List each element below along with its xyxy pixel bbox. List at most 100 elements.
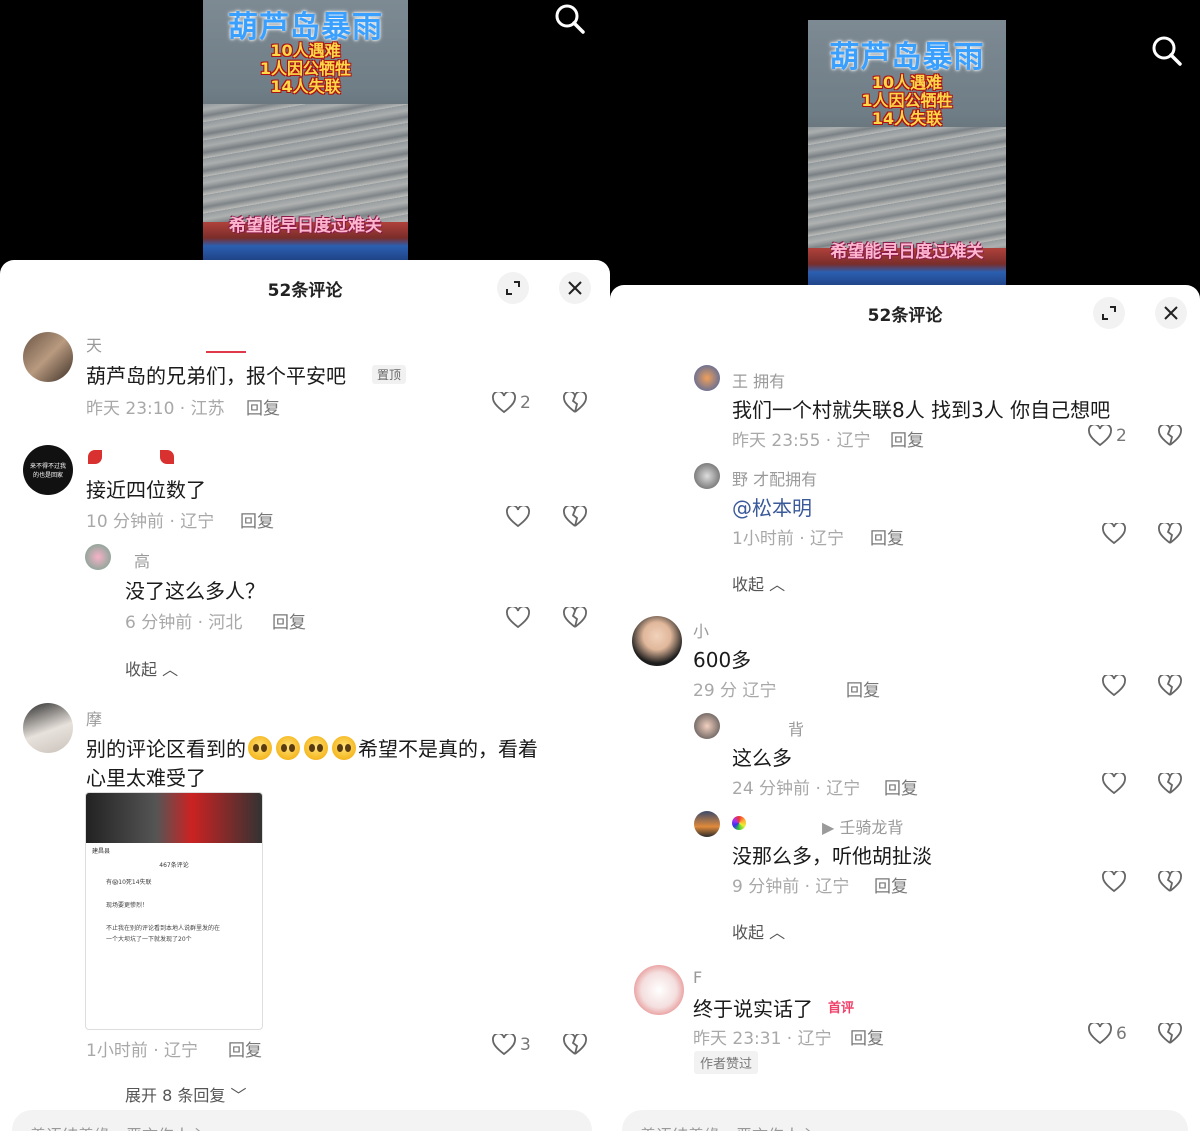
comment-author[interactable]: ▶ 壬骑龙背 xyxy=(822,814,903,838)
broken-heart-icon xyxy=(1158,423,1182,446)
like-button[interactable] xyxy=(1102,871,1126,893)
video-player[interactable]: 葫芦岛暴雨 10人遇难 1人因公牺牲 14人失联 希望能早日度过难关 xyxy=(203,0,408,262)
reply-button[interactable]: 回复 xyxy=(874,872,908,897)
mention-link[interactable]: @松本明 xyxy=(732,492,812,521)
video-line-3: 14人失联 xyxy=(270,77,341,96)
expand-button[interactable] xyxy=(497,272,529,304)
like-button[interactable] xyxy=(1102,523,1126,545)
collapse-replies-button[interactable]: 收起 ︿ xyxy=(125,656,178,680)
like-count: 2 xyxy=(1116,426,1127,446)
reply-button[interactable]: 回复 xyxy=(850,1024,884,1049)
dislike-button[interactable] xyxy=(1158,521,1182,549)
video-river-frame xyxy=(203,104,408,222)
like-button[interactable]: 2 xyxy=(1088,425,1127,447)
like-button[interactable]: 6 xyxy=(1088,1023,1127,1045)
avatar[interactable] xyxy=(23,332,73,382)
like-button[interactable] xyxy=(1102,675,1126,697)
like-button[interactable] xyxy=(506,506,530,528)
like-button[interactable] xyxy=(506,607,530,629)
avatar[interactable]: 来不得不过我的也是回家 xyxy=(23,445,73,495)
like-button[interactable] xyxy=(1102,773,1126,795)
dislike-button[interactable] xyxy=(1158,1021,1182,1049)
comment-author[interactable]: 高 xyxy=(134,548,150,572)
dislike-button[interactable] xyxy=(1158,423,1182,451)
comment-image[interactable]: 建昌县 467条评论 有😱10死14失联 现场要更惨烈！ 不止我在别的评论看到本… xyxy=(85,792,263,1030)
collapse-replies-button[interactable]: 收起 ︿ xyxy=(732,919,785,943)
dislike-button[interactable] xyxy=(563,1032,587,1060)
collapse-replies-button[interactable]: 收起 ︿ xyxy=(732,571,785,595)
comment-sheet-header: 52条评论 xyxy=(610,285,1200,341)
chevron-up-icon: ︿ xyxy=(769,923,786,942)
search-icon[interactable] xyxy=(553,2,587,36)
dislike-button[interactable] xyxy=(1158,673,1182,701)
like-button[interactable]: 2 xyxy=(492,392,531,414)
comment-text: 600多 xyxy=(693,648,752,672)
expand-replies-button[interactable]: 展开 8 条回复 ﹀ xyxy=(125,1082,246,1106)
comment-sheet: 52条评论 天 葫芦岛的兄弟们，报个平安吧 置顶 昨天 23:10 · 江苏 回… xyxy=(0,260,610,1131)
like-button[interactable]: 3 xyxy=(492,1034,531,1056)
reply-button[interactable]: 回复 xyxy=(272,608,306,633)
comment-author[interactable]: 小 xyxy=(693,618,709,642)
video-player[interactable]: 葫芦岛暴雨 10人遇难 1人因公牺牲 14人失联 希望能早日度过难关 xyxy=(808,20,1006,288)
reply-button[interactable]: 回复 xyxy=(228,1036,262,1061)
chevron-up-icon: ︿ xyxy=(162,660,179,679)
close-button[interactable] xyxy=(559,272,591,304)
comment-input[interactable]: 善语结善缘，恶言伤人心 xyxy=(622,1110,1188,1131)
dislike-button[interactable] xyxy=(563,504,587,532)
heart-icon xyxy=(1088,425,1112,447)
avatar-text: 来不得不过我的也是回家 xyxy=(29,463,66,479)
avatar[interactable] xyxy=(694,463,720,489)
pleading-emoji-icon xyxy=(304,736,328,760)
comment-author[interactable]: 背 xyxy=(788,716,804,740)
dislike-button[interactable] xyxy=(563,605,587,633)
comment-input-placeholder: 善语结善缘，恶言伤人心 xyxy=(30,1122,206,1131)
heart-icon xyxy=(1102,871,1126,893)
image-header: 467条评论 xyxy=(159,862,189,869)
avatar[interactable] xyxy=(85,544,111,570)
chevron-up-icon: ︿ xyxy=(769,575,786,594)
dislike-button[interactable] xyxy=(1158,869,1182,897)
comment-author[interactable]: 野 才配拥有 xyxy=(732,466,817,490)
comment-meta: 10 分钟前 · 辽宁 xyxy=(86,512,215,532)
collapse-label: 收起 xyxy=(732,575,765,594)
expand-replies-label: 展开 8 条回复 xyxy=(125,1086,226,1105)
collapse-label: 收起 xyxy=(732,923,765,942)
reply-button[interactable]: 回复 xyxy=(846,676,880,701)
close-button[interactable] xyxy=(1155,297,1187,329)
avatar[interactable] xyxy=(694,365,720,391)
broken-heart-icon xyxy=(1158,1021,1182,1044)
heart-icon xyxy=(1088,1023,1112,1045)
search-icon[interactable] xyxy=(1150,34,1184,68)
comment-author[interactable]: 摩 xyxy=(86,706,102,730)
comment-author[interactable]: 王 拥有 xyxy=(732,368,785,392)
heart-icon xyxy=(506,607,530,629)
dislike-button[interactable] xyxy=(563,390,587,418)
reply-button[interactable]: 回复 xyxy=(890,426,924,451)
reply-button[interactable]: 回复 xyxy=(884,774,918,799)
broken-heart-icon xyxy=(1158,673,1182,696)
chevron-down-icon: ﹀ xyxy=(230,1086,247,1105)
image-row: 一个大坝坑了一下就发现了20个 xyxy=(106,936,192,943)
reply-button[interactable]: 回复 xyxy=(240,507,274,532)
expand-button[interactable] xyxy=(1093,297,1125,329)
avatar[interactable] xyxy=(694,713,720,739)
comment-text: 没那么多，听他胡扯淡 xyxy=(732,844,932,868)
reply-button[interactable]: 回复 xyxy=(870,524,904,549)
avatar[interactable] xyxy=(634,965,684,1015)
comment-author[interactable]: 天 xyxy=(86,332,102,356)
reply-button[interactable]: 回复 xyxy=(246,394,280,419)
comment-text: 接近四位数了 xyxy=(86,478,206,502)
avatar[interactable] xyxy=(694,811,720,837)
dislike-button[interactable] xyxy=(1158,771,1182,799)
video-line-2: 1人因公牺牲 xyxy=(861,91,953,110)
comment-author[interactable]: F xyxy=(693,968,702,987)
avatar[interactable] xyxy=(23,703,73,753)
comment-text: 没了这么多人？ xyxy=(125,579,265,603)
video-title: 葫芦岛暴雨 xyxy=(829,40,985,75)
comment-input[interactable]: 善语结善缘，恶言伤人心 xyxy=(12,1110,592,1131)
broken-heart-icon xyxy=(563,504,587,527)
video-line-2: 1人因公牺牲 xyxy=(259,59,352,78)
comment-text: 葫芦岛的兄弟们，报个平安吧 xyxy=(86,364,346,388)
heart-icon xyxy=(492,1034,516,1056)
avatar[interactable] xyxy=(632,616,682,666)
